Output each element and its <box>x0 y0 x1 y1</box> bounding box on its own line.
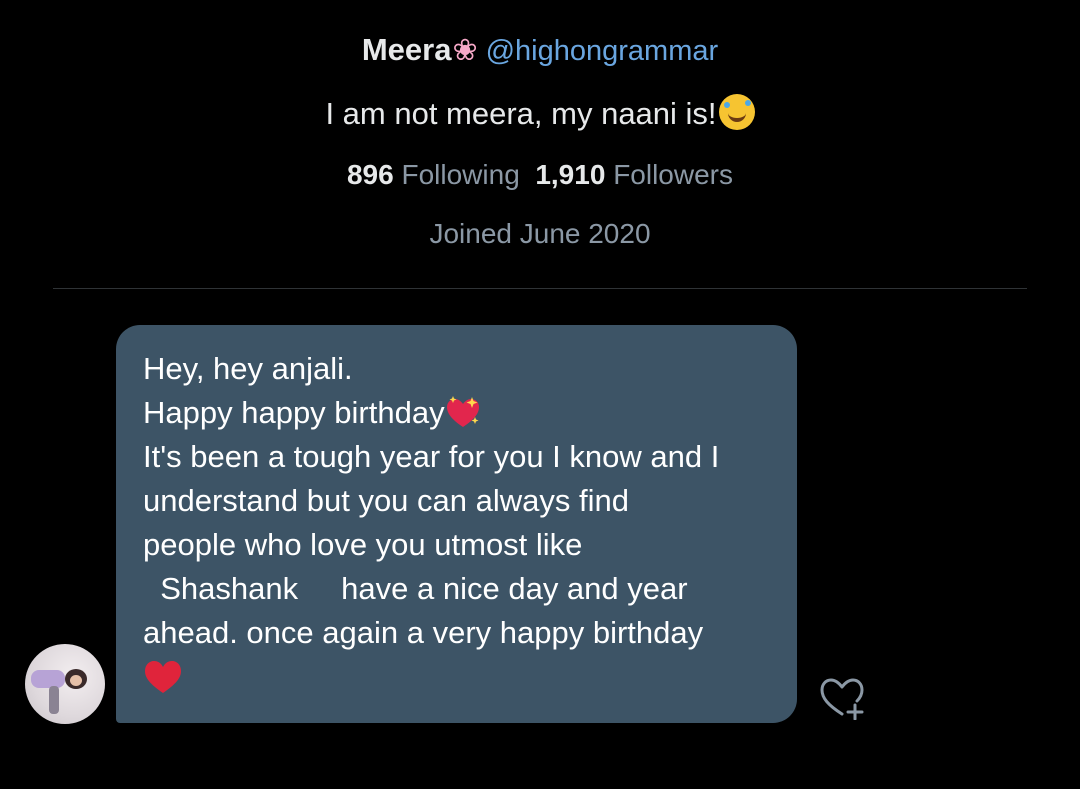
followers-label: Followers <box>613 159 733 190</box>
joined-date: Joined June 2020 <box>429 218 651 249</box>
followers-link[interactable]: 1,910 Followers <box>535 159 733 190</box>
profile-handle[interactable]: @highongrammar <box>486 35 719 67</box>
display-name: Meera <box>361 32 452 67</box>
message-bubble[interactable]: Hey, hey anjali. Happy happy birthday It… <box>116 325 797 723</box>
divider <box>53 288 1027 289</box>
cherry-blossom-icon: ❀ <box>452 34 478 67</box>
avatar[interactable] <box>25 644 105 724</box>
message-line: Shashank have a nice day and year <box>143 571 688 606</box>
message-line: It's been a tough year for you I know an… <box>143 439 720 474</box>
following-link[interactable]: 896 Following <box>347 159 520 190</box>
profile-stats: 896 Following 1,910 Followers <box>0 155 1080 195</box>
message-line <box>143 655 773 699</box>
followers-count: 1,910 <box>535 159 606 190</box>
bio-text: I am not meera, my naani is! <box>325 96 717 131</box>
red-heart-icon <box>143 659 183 695</box>
message-line: Happy happy birthday <box>143 391 773 435</box>
message-line: understand but you can always find <box>143 483 629 518</box>
message-line: Hey, hey anjali. <box>143 351 353 386</box>
heart-plus-icon <box>820 678 864 721</box>
sparkling-heart-icon <box>445 395 481 431</box>
react-heart-button[interactable] <box>818 676 866 721</box>
message-line: ahead. once again a very happy birthday <box>143 615 704 650</box>
rolling-laughing-icon <box>718 94 755 130</box>
following-count: 896 <box>346 159 394 190</box>
message-line: people who love you utmost like <box>143 527 583 562</box>
following-label: Following <box>401 159 520 190</box>
profile-bio: I am not meera, my naani is! <box>0 92 1080 136</box>
profile-name-row: Meera❀ @highongrammar <box>0 28 1080 73</box>
